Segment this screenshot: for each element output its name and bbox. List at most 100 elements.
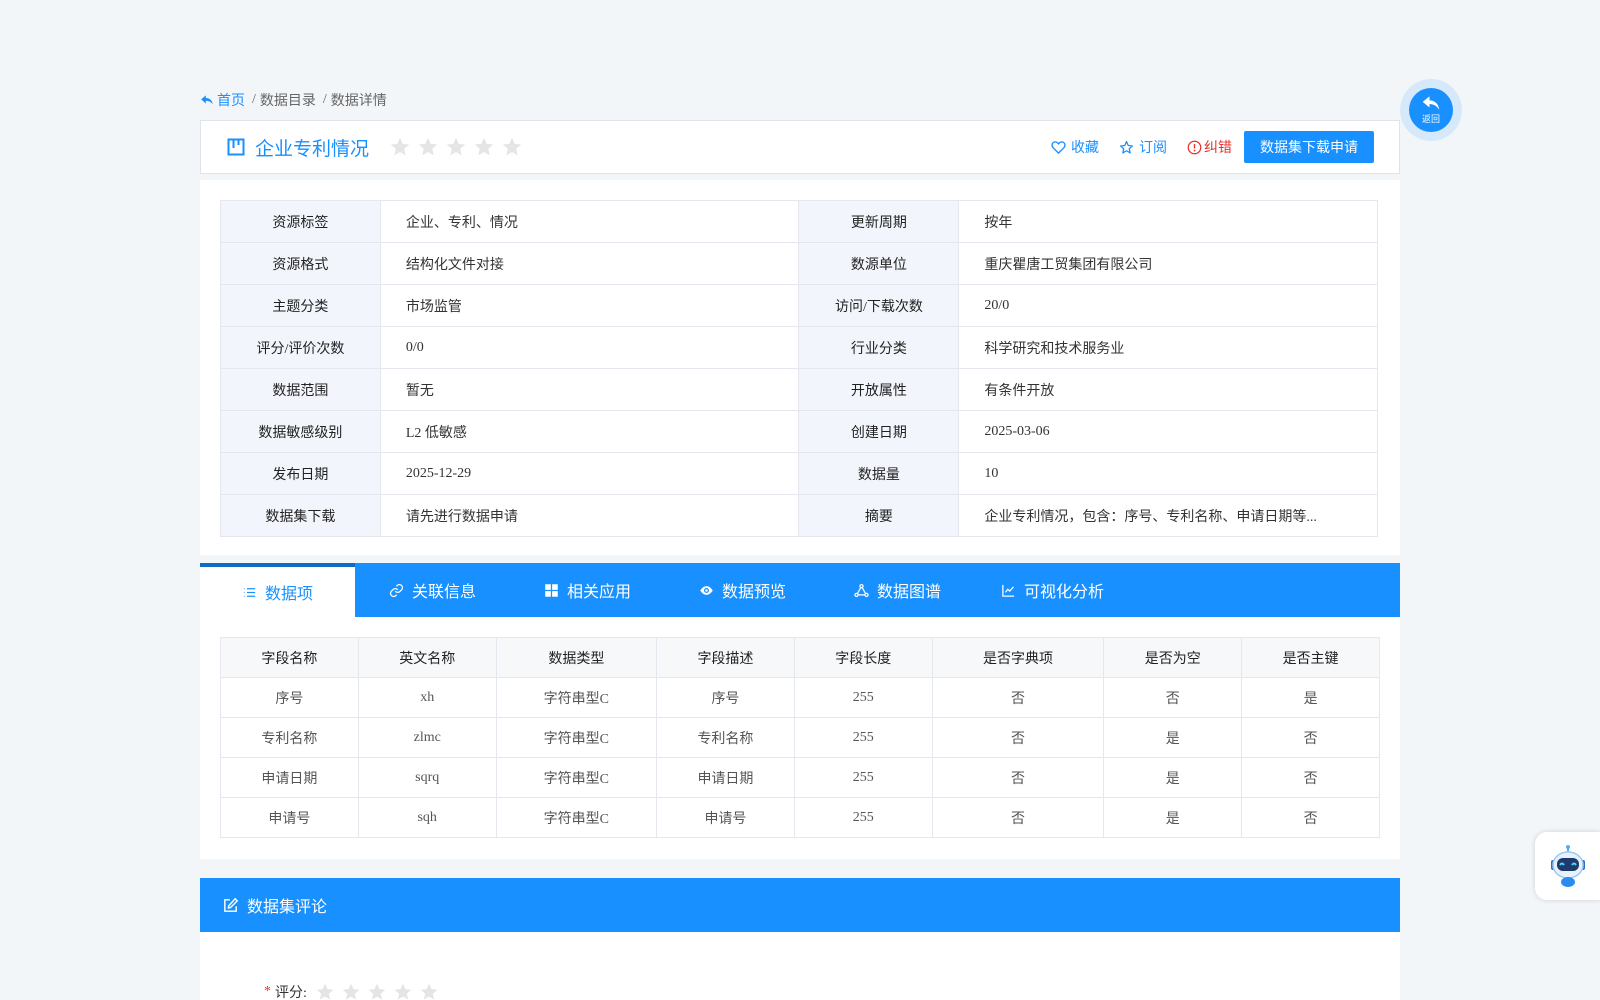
star-icon[interactable] (341, 982, 361, 1000)
report-error-button[interactable]: 纠错 (1187, 137, 1232, 157)
required-mark: * (264, 984, 271, 999)
table-cell: 申请号 (656, 797, 795, 838)
info-value: 市场监管 (379, 284, 800, 327)
subscribe-button[interactable]: 订阅 (1119, 137, 1167, 157)
star-icon[interactable] (367, 982, 387, 1000)
star-icon (445, 136, 467, 158)
info-label: 开放属性 (798, 368, 960, 411)
info-row: 数据敏感级别 L2 低敏感 创建日期 2025-03-06 (220, 410, 1378, 453)
board-icon (227, 138, 245, 156)
link-icon (389, 583, 403, 597)
grid-icon (545, 583, 558, 597)
back-button-inner: 返回 (1409, 88, 1453, 132)
tab-related-info[interactable]: 关联信息 (355, 563, 510, 617)
tab-related-apps[interactable]: 相关应用 (510, 563, 665, 617)
star-icon[interactable] (315, 982, 335, 1000)
info-label: 创建日期 (798, 410, 960, 453)
edit-icon (224, 897, 239, 912)
tab-data-preview[interactable]: 数据预览 (665, 563, 820, 617)
comment-title: 数据集评论 (247, 899, 328, 916)
info-row: 资源格式 结构化文件对接 数源单位 重庆瞿唐工贸集团有限公司 (220, 242, 1378, 285)
tab-label: 关联信息 (411, 584, 476, 601)
tab-visual-analysis[interactable]: 可视化分析 (975, 563, 1130, 617)
info-label: 数据量 (798, 452, 960, 495)
table-cell: 否 (931, 797, 1105, 838)
tab-bar: 数据项 关联信息 相关应用 数据预览 数据图谱 可视化分析 (200, 563, 1400, 617)
info-value: 科学研究和技术服务业 (958, 326, 1378, 369)
table-row: 专利名称 zlmc 字符串型C 专利名称 255 否是否 (220, 717, 1380, 758)
chatbot-assistant-button[interactable] (1535, 832, 1600, 900)
table-cell: 是 (1103, 797, 1243, 838)
info-label: 数源单位 (798, 242, 960, 285)
table-cell: 是 (1103, 717, 1243, 758)
table-cell: 否 (1241, 797, 1380, 838)
table-cell: 否 (931, 717, 1105, 758)
tab-data-items[interactable]: 数据项 (200, 563, 355, 617)
star-icon[interactable] (393, 982, 413, 1000)
favorite-button[interactable]: 收藏 (1051, 137, 1099, 157)
table-row: 序号 xh 字符串型C 序号 255 否否是 (220, 677, 1380, 718)
column-header: 是否为空 (1103, 637, 1243, 678)
breadcrumb: 首页 / 数据目录 / 数据详情 (200, 90, 387, 110)
info-label: 摘要 (798, 494, 960, 537)
column-header: 字段描述 (656, 637, 795, 678)
breadcrumb-item-detail: 数据详情 (330, 94, 387, 109)
table-cell: 字符串型C (495, 717, 658, 758)
reply-arrow-icon (1422, 96, 1440, 110)
breadcrumb-separator: / (252, 92, 256, 107)
info-panel: 资源标签 企业、专利、情况 更新周期 按年 资源格式 结构化文件对接 数源单位 重庆瞿唐工贸集… (200, 180, 1400, 555)
info-label: 评分/评价次数 (220, 326, 381, 369)
column-header: 是否主键 (1241, 637, 1380, 678)
table-cell: 否 (931, 757, 1105, 798)
heart-icon (1051, 140, 1066, 154)
table-cell: 专利名称 (220, 717, 359, 758)
back-label: 返回 (1421, 115, 1440, 125)
table-cell: zlmc (357, 717, 497, 758)
info-value: 有条件开放 (958, 368, 1378, 411)
back-button[interactable]: 返回 (1400, 79, 1462, 141)
back-arrow-icon (201, 95, 213, 105)
table-cell: 255 (793, 797, 933, 838)
title-actions: 收藏 订阅 纠错 数据集下载申请 (1031, 131, 1374, 163)
graph-icon (854, 583, 869, 597)
column-header: 数据类型 (495, 637, 658, 678)
fields-table: 字段名称 英文名称 数据类型 字段描述 字段长度 是否字典项 是否为空 是否主键 序号 xh 字符… (220, 637, 1380, 838)
table-cell: 字符串型C (495, 677, 658, 718)
comment-header: 数据集评论 (200, 878, 1400, 932)
info-value: 2025-03-06 (958, 410, 1378, 453)
info-row: 资源标签 企业、专利、情况 更新周期 按年 (220, 200, 1378, 243)
column-header: 英文名称 (357, 637, 497, 678)
info-value: 企业、专利、情况 (379, 200, 800, 243)
list-icon (243, 587, 256, 597)
star-icon[interactable] (419, 982, 439, 1000)
breadcrumb-home[interactable]: 首页 (200, 90, 245, 110)
table-cell: 否 (1103, 677, 1243, 718)
line-chart-icon (1002, 584, 1015, 597)
dataset-rating-stars (389, 136, 529, 158)
download-apply-button[interactable]: 数据集下载申请 (1244, 131, 1374, 163)
robot-icon (1551, 845, 1585, 887)
rating-row: * 评分: (264, 982, 445, 1000)
star-icon (501, 136, 523, 158)
info-label: 资源标签 (220, 200, 381, 243)
info-value: 结构化文件对接 (379, 242, 800, 285)
info-value: 20/0 (958, 284, 1378, 327)
info-label: 更新周期 (798, 200, 960, 243)
tab-label: 数据项 (264, 586, 313, 603)
info-row: 评分/评价次数 0/0 行业分类 科学研究和技术服务业 (220, 326, 1378, 369)
breadcrumb-item-catalog[interactable]: 数据目录 (260, 90, 316, 110)
table-cell: 序号 (656, 677, 795, 718)
table-cell: 字符串型C (495, 797, 658, 838)
column-header: 字段名称 (220, 637, 359, 678)
table-cell: 否 (1241, 757, 1380, 798)
table-cell: 255 (793, 757, 933, 798)
tab-data-graph[interactable]: 数据图谱 (820, 563, 975, 617)
table-cell: 否 (1241, 717, 1380, 758)
tab-label: 相关应用 (566, 584, 631, 601)
table-cell: sqh (357, 797, 497, 838)
rating-input-stars[interactable] (315, 982, 445, 1000)
table-cell: 否 (931, 677, 1105, 718)
table-cell: sqrq (357, 757, 497, 798)
tab-label: 可视化分析 (1023, 584, 1104, 601)
comment-body: * 评分: (200, 932, 1400, 1000)
